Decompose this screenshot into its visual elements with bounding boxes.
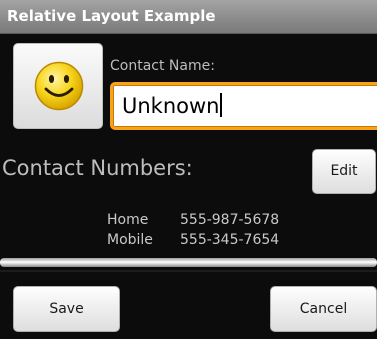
phone-number-row: Home 555-987-5678 <box>107 212 279 228</box>
contact-name-label: Contact Name: <box>110 58 215 74</box>
contact-name-field[interactable]: Unknown <box>110 82 377 130</box>
phone-label: Home <box>107 212 149 228</box>
divider-shadow <box>0 270 377 272</box>
title-bar: Relative Layout Example <box>0 0 377 34</box>
phone-label: Mobile <box>107 232 153 248</box>
save-button[interactable]: Save <box>13 286 120 332</box>
contact-numbers-heading: Contact Numbers: <box>2 156 193 180</box>
text-cursor <box>220 93 223 117</box>
edit-button[interactable]: Edit <box>312 149 376 194</box>
phone-number-row: Mobile 555-345-7654 <box>107 232 279 248</box>
cancel-button[interactable]: Cancel <box>270 286 377 332</box>
phone-value: 555-345-7654 <box>180 232 280 248</box>
phone-value: 555-987-5678 <box>180 212 280 228</box>
divider <box>0 258 377 267</box>
contact-photo-button[interactable] <box>13 43 103 129</box>
contact-name-value: Unknown <box>122 94 220 118</box>
smiley-face-icon <box>34 61 84 111</box>
app-screen: Relative Layout Example Contact Name: Un… <box>0 0 377 339</box>
window-title: Relative Layout Example <box>7 7 216 25</box>
